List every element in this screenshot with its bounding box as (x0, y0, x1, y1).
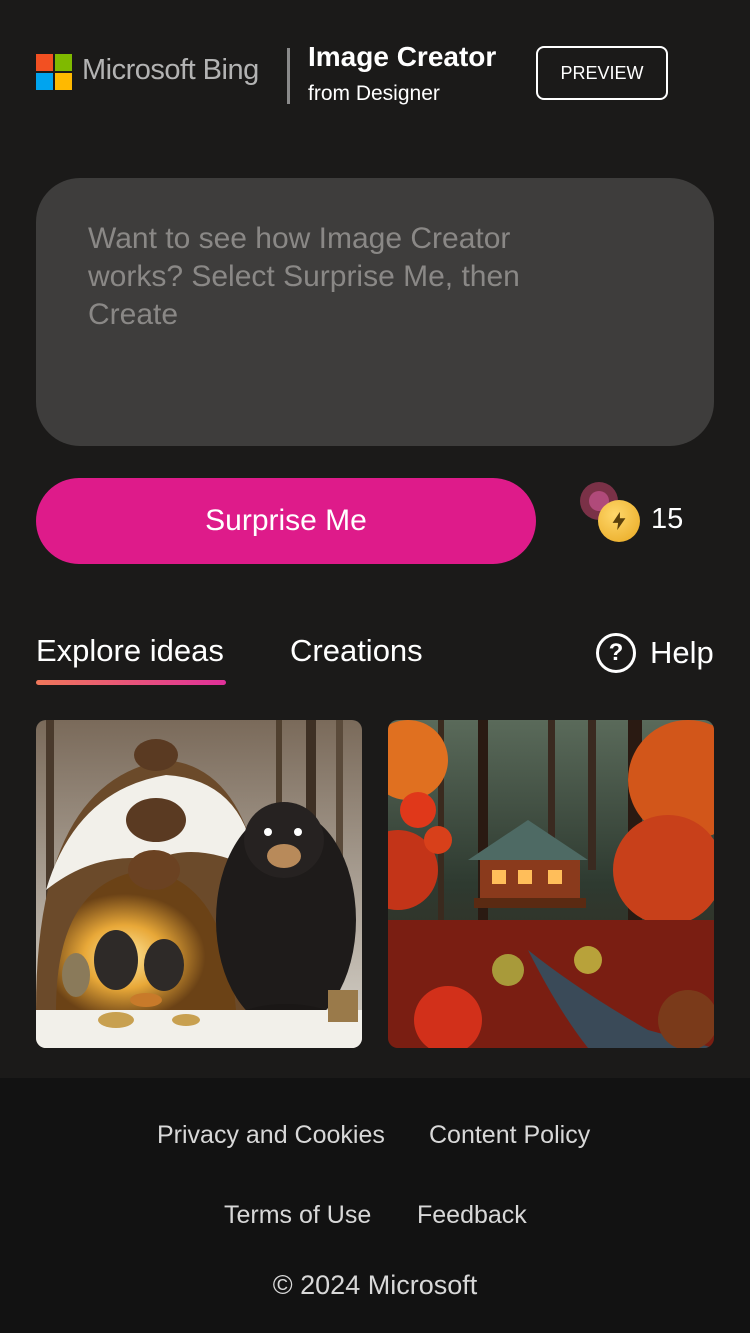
boost-count: 15 (651, 503, 684, 535)
brand-name[interactable]: Microsoft Bing (82, 54, 259, 87)
copyright: © 2024 Microsoft (272, 1270, 478, 1300)
surprise-me-button[interactable]: Surprise Me (36, 478, 536, 564)
content-policy-link[interactable]: Content Policy (429, 1121, 590, 1150)
tab-creations[interactable]: Creations (290, 633, 423, 669)
prompt-input[interactable]: Want to see how Image Creator works? Sel… (36, 178, 714, 446)
active-tab-indicator (36, 680, 226, 685)
question-circle-icon[interactable]: ? (596, 633, 636, 673)
lightning-coin-icon[interactable] (598, 500, 640, 542)
feedback-link[interactable]: Feedback (417, 1201, 527, 1230)
autumn-cabin-forest-image[interactable] (388, 720, 714, 1048)
microsoft-logo-icon[interactable] (36, 54, 72, 90)
bears-in-tree-den-image[interactable] (36, 720, 362, 1048)
header: Microsoft Bing Image Creator from Design… (36, 41, 716, 108)
tab-explore-ideas[interactable]: Explore ideas (36, 633, 224, 669)
header-divider (287, 48, 290, 104)
preview-button[interactable]: PREVIEW (536, 46, 668, 100)
help-link[interactable]: Help (650, 635, 714, 671)
terms-link[interactable]: Terms of Use (224, 1201, 371, 1230)
page-title: Image Creator (308, 41, 497, 72)
prompt-placeholder: Want to see how Image Creator works? Sel… (88, 222, 520, 331)
privacy-link[interactable]: Privacy and Cookies (157, 1121, 385, 1150)
page-subtitle: from Designer (308, 82, 440, 105)
